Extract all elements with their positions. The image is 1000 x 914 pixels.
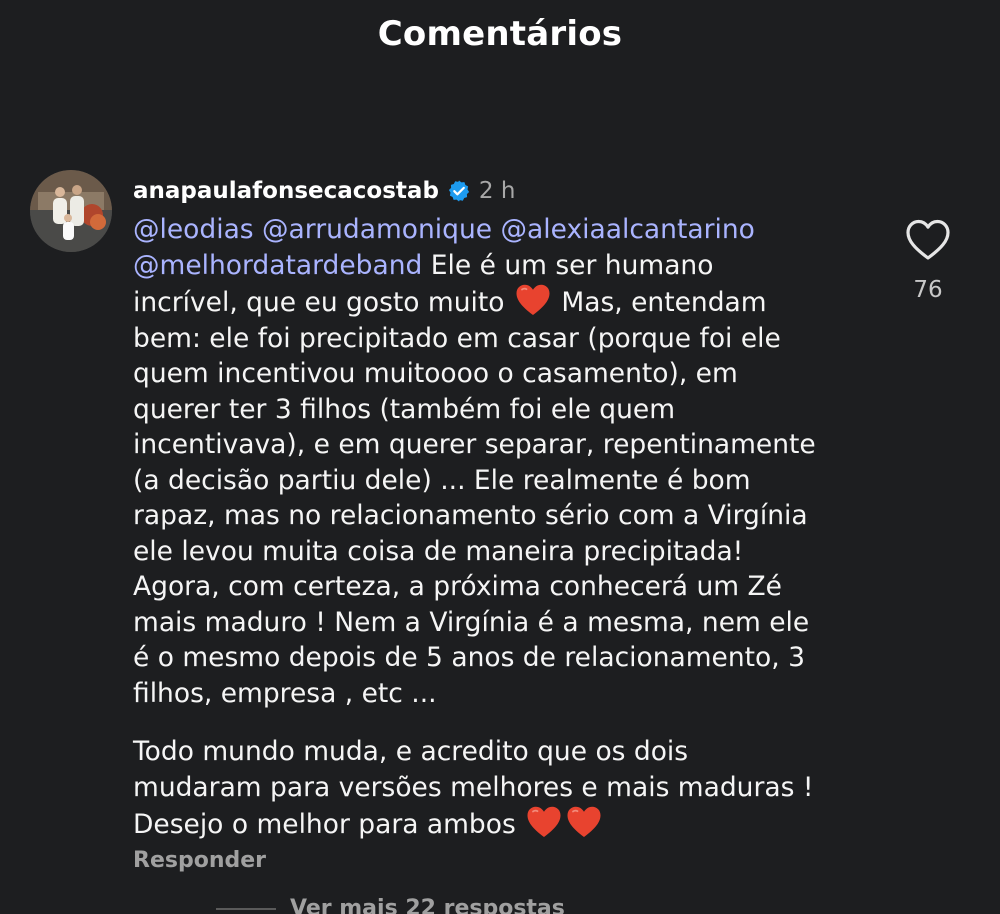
- mention-link[interactable]: @alexiaalcantarino: [501, 214, 755, 245]
- comment-text-span: incrível, que eu gosto muito: [133, 287, 505, 318]
- comment-line: mais maduro ! Nem a Virgínia é a mesma, …: [133, 606, 810, 638]
- comment-line: Desejo o melhor para ambos: [133, 805, 873, 843]
- comment-line: Todo mundo muda, e acredito que os dois: [133, 736, 689, 767]
- mention-link[interactable]: @leodias: [133, 214, 254, 245]
- comment-line: incentivava), e em querer separar, repen…: [133, 429, 816, 460]
- replies-divider: [216, 908, 276, 910]
- comment-line: incrível, que eu gosto muito Mas, entend…: [133, 283, 873, 321]
- comment-line: é o mesmo depois de 5 anos de relacionam…: [133, 642, 805, 673]
- comment-line: quem incentivou muitoooo o casamento), e…: [133, 358, 738, 389]
- comment-line: bem: ele foi precipitado em casar (porqu…: [133, 322, 781, 354]
- mention-link[interactable]: @arrudamonique: [262, 214, 492, 245]
- comment-text-span: Desejo o melhor para ambos: [133, 809, 516, 840]
- comment-text-span: Ele é um ser humano: [422, 249, 714, 281]
- comment-header: anapaulafonsecacostab 2 h: [133, 170, 873, 212]
- view-more-replies-label[interactable]: Ver mais 22 respostas: [290, 896, 565, 914]
- comment-line: filhos, empresa , etc ...: [133, 677, 437, 709]
- comment-text-span: Mas, entendam: [552, 287, 767, 318]
- verified-badge-icon: [447, 179, 471, 203]
- page-title: Comentários: [377, 14, 623, 54]
- avatar-photo: [30, 170, 112, 252]
- heart-outline-icon[interactable]: [904, 218, 952, 262]
- comment: anapaulafonsecacostab 2 h @leodias @arru…: [133, 170, 873, 843]
- red-heart-emoji-icon: [515, 283, 551, 317]
- comment-line: mudaram para versões melhores e mais mad…: [133, 771, 814, 803]
- comment-line: ele levou muita coisa de maneira precipi…: [133, 535, 744, 567]
- comment-line: rapaz, mas no relacionamento sério com a…: [133, 500, 808, 531]
- reply-button[interactable]: Responder: [133, 848, 266, 873]
- comment-timestamp: 2 h: [478, 178, 516, 204]
- view-more-replies-button[interactable]: Ver mais 22 respostas: [216, 896, 565, 914]
- comment-line: (a decisão partiu dele) ... Ele realment…: [133, 464, 751, 496]
- avatar[interactable]: [30, 170, 112, 252]
- comment-body: @leodias @arrudamonique @alexiaalcantari…: [133, 212, 873, 843]
- like-button[interactable]: [904, 218, 952, 262]
- red-heart-emoji-icon: [566, 805, 602, 839]
- comment-line: Agora, com certeza, a próxima conhecerá …: [133, 571, 782, 602]
- comment-line: querer ter 3 filhos (também foi ele quem: [133, 393, 676, 425]
- comments-screen: Comentários anapaulafonsecacostab 2 h @l…: [0, 0, 1000, 914]
- like-count: 76: [913, 277, 943, 303]
- comment-username[interactable]: anapaulafonsecacostab: [133, 178, 439, 204]
- red-heart-emoji-icon: [526, 805, 562, 839]
- mention-link[interactable]: @melhordatardeband: [133, 250, 422, 281]
- comment-line: @leodias @arrudamonique @alexiaalcantari…: [133, 212, 873, 248]
- comment-line: @melhordatardeband Ele é um ser humano: [133, 248, 873, 284]
